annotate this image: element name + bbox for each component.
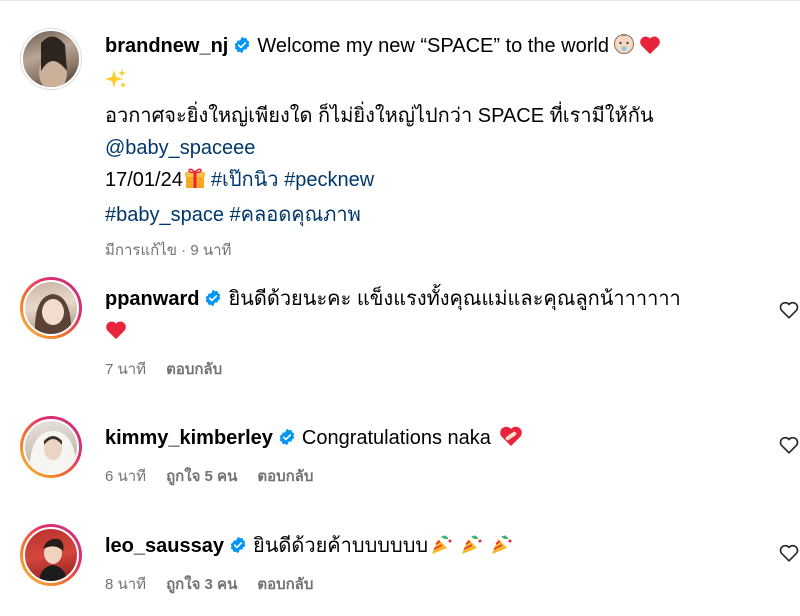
avatar-photo — [34, 294, 72, 334]
hashtag-link[interactable]: #เป๊กนิว — [211, 169, 279, 191]
red-heart-emoji-icon — [639, 33, 661, 65]
likes-count[interactable]: ถูกใจ 5 คน — [166, 468, 237, 485]
comment-text: ยินดีด้วยค้าบบบบบบ — [252, 535, 429, 557]
party-popper-emoji-icon — [490, 533, 514, 565]
caption-text-line3: อวกาศจะยิ่งใหญ่เพียงใด ก็ไม่ยิ่งใหญ่ไปกว… — [105, 105, 654, 127]
top-divider — [0, 0, 800, 1]
comment-username[interactable]: ppanward — [105, 288, 199, 310]
like-heart-icon[interactable] — [778, 434, 800, 456]
caption-text-line1: Welcome my new “SPACE” to the world — [257, 35, 609, 57]
post-caption: brandnew_nj Welcome my new “SPACE” to the… — [20, 28, 760, 259]
verified-badge-icon — [230, 536, 246, 554]
comment-item: ppanward ยินดีด้วยนะคะ แข็งแรงทั้งคุณแม่แ… — [20, 277, 800, 387]
comment-avatar[interactable] — [20, 524, 82, 586]
verified-badge-icon — [235, 36, 250, 54]
reply-button[interactable]: ตอบกลับ — [257, 576, 313, 593]
like-heart-icon[interactable] — [778, 299, 800, 321]
comment-username[interactable]: leo_saussay — [105, 535, 224, 557]
avatar-photo — [29, 431, 77, 473]
verified-badge-icon — [279, 428, 295, 446]
avatar-photo — [39, 36, 67, 87]
hashtag-link[interactable]: #baby_space — [105, 204, 224, 226]
sparkles-emoji-icon — [105, 68, 127, 100]
party-popper-emoji-icon — [430, 533, 454, 565]
like-heart-icon[interactable] — [778, 542, 800, 564]
party-popper-emoji-icon — [460, 533, 484, 565]
gift-emoji-icon — [184, 167, 205, 199]
baby-face-emoji-icon — [613, 33, 635, 65]
comment-item: kimmy_kimberley Congratulations naka 6 นา… — [20, 416, 800, 496]
comment-text: ยินดีด้วยนะคะ แข็งแรงทั้งคุณแม่และคุณลูก… — [228, 288, 681, 310]
comment-avatar[interactable] — [20, 277, 82, 339]
reply-button[interactable]: ตอบกลับ — [257, 468, 313, 485]
comment-time[interactable]: 7 นาที — [105, 361, 146, 378]
comment-text: Congratulations naka — [301, 427, 491, 449]
comment-username[interactable]: kimmy_kimberley — [105, 427, 273, 449]
hashtag-link[interactable]: #pecknew — [284, 169, 374, 191]
reply-button[interactable]: ตอบกลับ — [166, 361, 222, 378]
caption-edited-time: มีการแก้ไข · 9 นาที — [105, 242, 232, 259]
comment-time[interactable]: 6 นาที — [105, 468, 146, 485]
caption-mention-link[interactable]: @baby_spaceee — [105, 137, 255, 159]
likes-count[interactable]: ถูกใจ 3 คน — [166, 576, 237, 593]
comment-time[interactable]: 8 นาที — [105, 576, 146, 593]
avatar-photo — [39, 538, 67, 581]
caption-avatar[interactable] — [20, 28, 82, 90]
mending-heart-emoji-icon — [499, 425, 523, 457]
caption-date: 17/01/24 — [105, 169, 183, 191]
comment-item: leo_saussay ยินดีด้วยค้าบบบบบบ 8 นาที ถูกใ… — [20, 524, 800, 604]
comment-avatar[interactable] — [20, 416, 82, 478]
verified-badge-icon — [206, 289, 221, 307]
hashtag-link[interactable]: #คลอดคุณภาพ — [230, 204, 361, 226]
caption-username[interactable]: brandnew_nj — [105, 35, 228, 57]
red-heart-emoji-icon — [105, 318, 127, 350]
